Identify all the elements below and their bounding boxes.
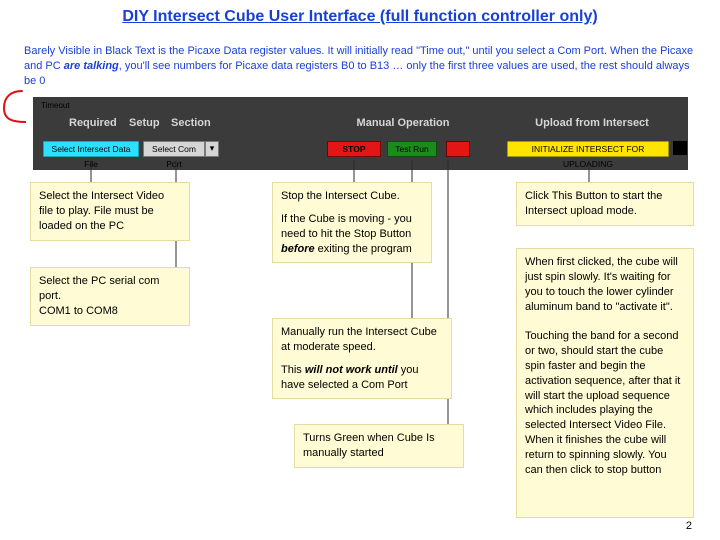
- note-stop: Stop the Intersect Cube. If the Cube is …: [272, 182, 432, 263]
- status-led-icon: [446, 141, 470, 157]
- nav-required[interactable]: Required: [69, 117, 117, 129]
- note-init-upload: Click This Button to start the Intersect…: [516, 182, 694, 226]
- nav-manual: Manual Operation: [333, 117, 473, 129]
- note-stop-p1: Stop the Intersect Cube.: [281, 189, 423, 204]
- note-upload-details: When first clicked, the cube will just s…: [516, 248, 694, 518]
- note-select-com: Select the PC serial com port. COM1 to C…: [30, 267, 190, 326]
- select-com-port-button[interactable]: Select Com Port: [143, 141, 205, 157]
- intro-text: Barely Visible in Black Text is the Pica…: [24, 44, 694, 89]
- page-title: DIY Intersect Cube User Interface (full …: [0, 8, 720, 26]
- note-test-p1: Manually run the Intersect Cube at moder…: [281, 325, 443, 355]
- nav-setup[interactable]: Setup: [129, 117, 160, 129]
- nav-upload: Upload from Intersect: [507, 117, 677, 129]
- stop-button[interactable]: STOP: [327, 141, 381, 157]
- annotation-mark-icon: [0, 88, 26, 140]
- connector-line: [353, 160, 355, 183]
- page-number: 2: [686, 520, 692, 532]
- timeout-label: Timeout: [41, 101, 70, 110]
- test-run-button[interactable]: Test Run: [387, 141, 437, 157]
- note-test-p2: This will not work until you have select…: [281, 363, 443, 393]
- page: DIY Intersect Cube User Interface (full …: [0, 0, 720, 540]
- note-select-file: Select the Intersect Video file to play.…: [30, 182, 190, 241]
- connector-line: [588, 160, 590, 183]
- note-stop-p2: If the Cube is moving - you need to hit …: [281, 212, 423, 257]
- nav-section[interactable]: Section: [171, 117, 211, 129]
- intro-em: are talking: [64, 60, 119, 72]
- select-intersect-file-button[interactable]: Select Intersect Data File: [43, 141, 139, 157]
- connector-line: [90, 160, 92, 183]
- intro-post: , you'll see numbers for Picaxe data reg…: [24, 60, 690, 87]
- note-led: Turns Green when Cube Is manually starte…: [294, 424, 464, 468]
- com-port-dropdown-icon[interactable]: ▾: [205, 141, 219, 157]
- note-test-run: Manually run the Intersect Cube at moder…: [272, 318, 452, 399]
- initialize-upload-button[interactable]: INITIALIZE INTERSECT FOR UPLOADING: [507, 141, 669, 157]
- upload-indicator-icon: [673, 141, 687, 155]
